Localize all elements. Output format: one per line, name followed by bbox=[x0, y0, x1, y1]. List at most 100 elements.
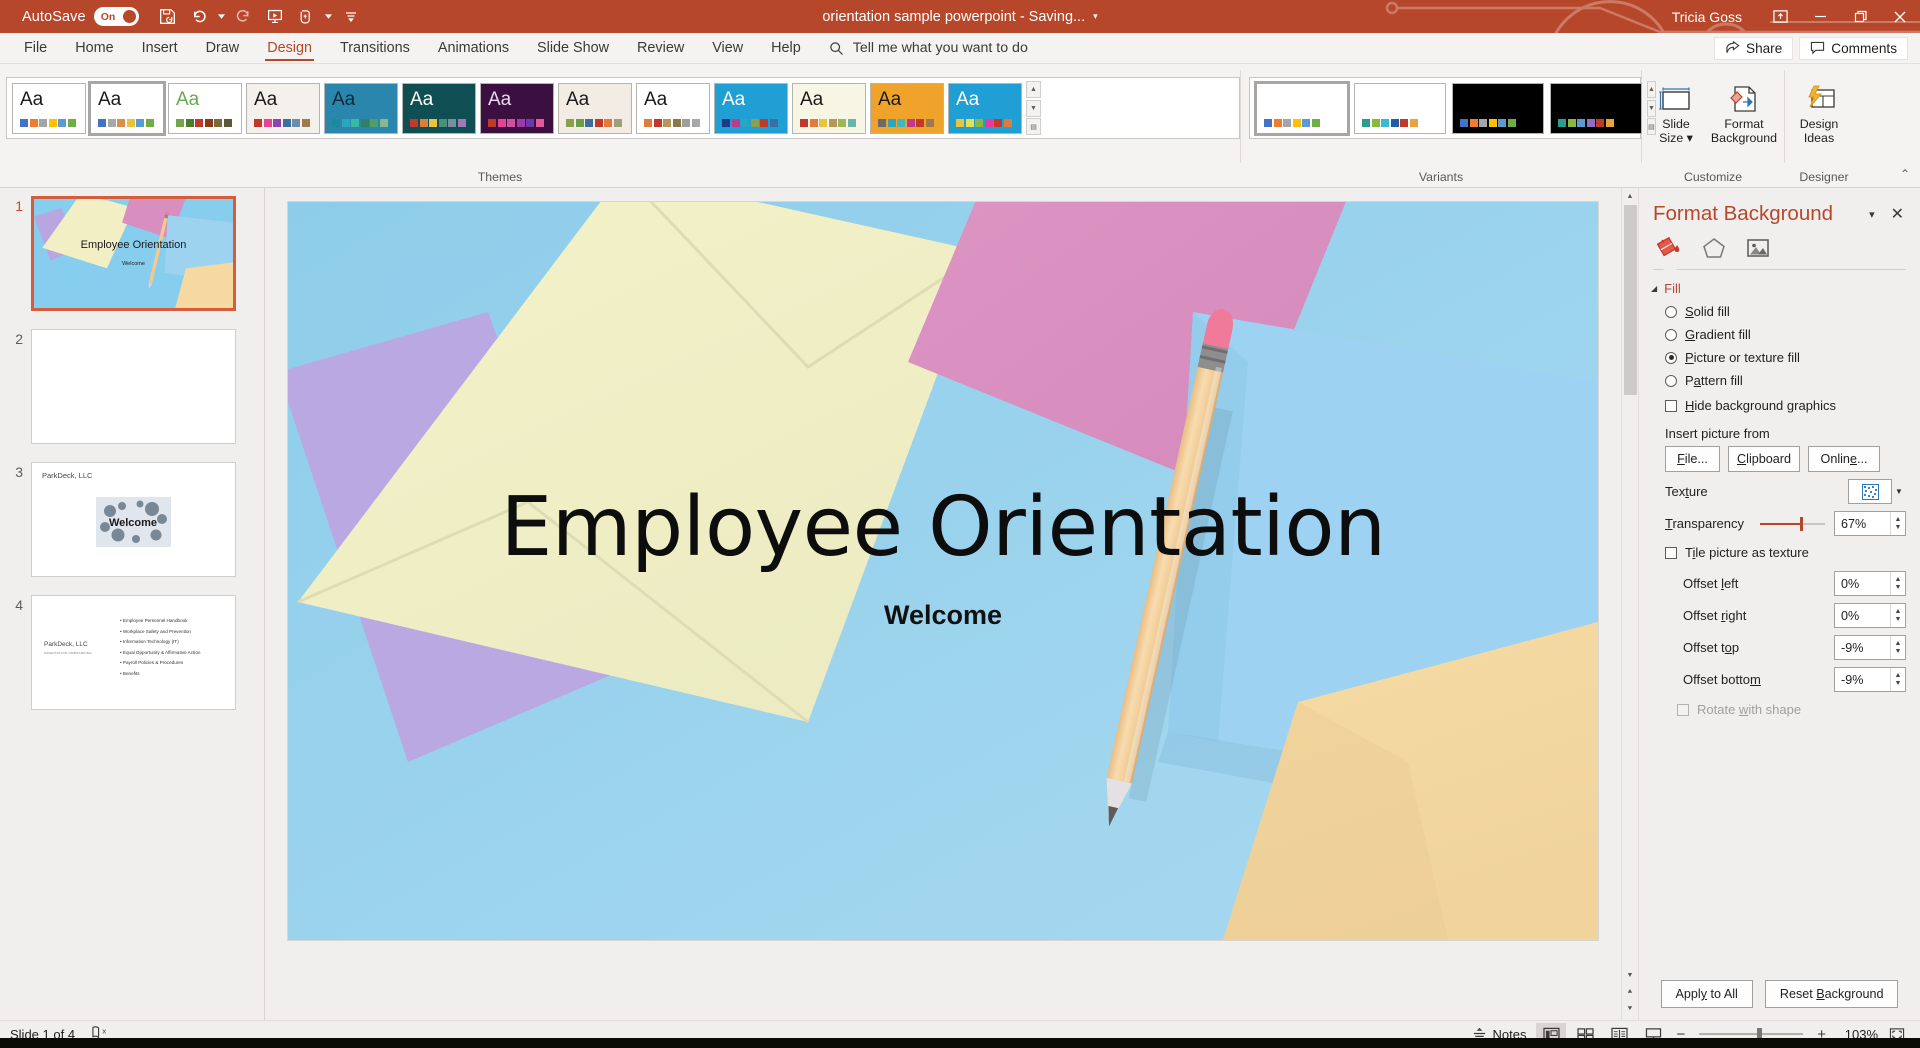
dividend-theme[interactable]: Aa bbox=[792, 83, 866, 134]
basis-theme[interactable]: Aa bbox=[636, 83, 710, 134]
slide-thumbnail-4[interactable]: 4 ParkDeck, LLC ORIENTATION ONBOARDING •… bbox=[0, 595, 264, 710]
slide-thumbnail-2[interactable]: 2 bbox=[0, 329, 264, 444]
themes-gallery[interactable]: AaAaAaAaAaAaAaAaAaAaAaAaAa▲▼▤ bbox=[6, 77, 1240, 139]
insert-from-clipboard-button[interactable]: Clipboard bbox=[1728, 446, 1800, 472]
tab-transitions[interactable]: Transitions bbox=[326, 33, 424, 63]
offset-top-spinner[interactable]: -9% ▲▼ bbox=[1834, 635, 1906, 660]
offset-bottom-spinner[interactable]: -9% ▲▼ bbox=[1834, 667, 1906, 692]
hide-background-graphics-checkbox[interactable] bbox=[1665, 400, 1677, 412]
tell-me-search[interactable]: Tell me what you want to do bbox=[829, 33, 1028, 63]
tab-file[interactable]: File bbox=[10, 33, 61, 63]
autosave-toggle[interactable]: On bbox=[94, 7, 139, 26]
slide-thumbnail-1[interactable]: 1 Employee Orientation Welcome bbox=[0, 196, 264, 311]
tab-view[interactable]: View bbox=[698, 33, 757, 63]
touch-mode-dropdown-icon[interactable] bbox=[322, 3, 335, 31]
gradient-fill-radio[interactable] bbox=[1665, 329, 1677, 341]
tab-design[interactable]: Design bbox=[253, 33, 326, 63]
tile-picture-option[interactable]: Tile picture as texture bbox=[1639, 536, 1920, 564]
previous-slide-icon[interactable]: ⯅ bbox=[1622, 984, 1639, 1000]
variant-4[interactable] bbox=[1550, 83, 1642, 134]
minimize-icon[interactable] bbox=[1800, 0, 1840, 33]
variant-3[interactable] bbox=[1452, 83, 1544, 134]
format-background-button[interactable]: Format Background bbox=[1710, 69, 1778, 145]
themes-more-icon[interactable]: ▤ bbox=[1026, 118, 1041, 135]
slide-thumbnail-pane[interactable]: 1 Employee Orientation Welcome 2 bbox=[0, 188, 265, 1020]
themes-scroll-down-icon[interactable]: ▼ bbox=[1026, 100, 1041, 117]
document-title-caret[interactable]: ▾ bbox=[1093, 11, 1098, 22]
spinner-arrows[interactable]: ▲▼ bbox=[1890, 604, 1905, 627]
format-background-pane[interactable]: Format Background ▾ ✕ bbox=[1638, 188, 1920, 1020]
picture-tab[interactable] bbox=[1741, 233, 1775, 263]
solid-fill-radio[interactable] bbox=[1665, 306, 1677, 318]
slider-handle[interactable] bbox=[1800, 517, 1803, 531]
comments-button[interactable]: Comments bbox=[1799, 37, 1908, 60]
damask-theme[interactable]: Aa bbox=[324, 83, 398, 134]
slide-thumbnail-canvas[interactable]: Employee Orientation Welcome bbox=[31, 196, 236, 311]
variant-1[interactable] bbox=[1256, 83, 1348, 134]
quick-access-toolbar[interactable] bbox=[153, 3, 366, 31]
next-slide-icon[interactable]: ⯆ bbox=[1622, 1001, 1639, 1017]
picture-or-texture-fill-option[interactable]: Picture or texture fill bbox=[1639, 346, 1920, 369]
slide-size-button[interactable]: Slide Size ▾ bbox=[1642, 69, 1710, 145]
facet-theme[interactable]: Aa bbox=[90, 83, 164, 134]
spinner-arrows[interactable]: ▲▼ bbox=[1890, 512, 1905, 535]
transparency-value[interactable]: 67% bbox=[1835, 512, 1890, 535]
slide-thumbnail-canvas[interactable]: ParkDeck, LLC ORIENTATION ONBOARDING • E… bbox=[31, 595, 236, 710]
offset-right-spinner[interactable]: 0% ▲▼ bbox=[1834, 603, 1906, 628]
autosave-control[interactable]: AutoSave On bbox=[22, 7, 139, 26]
themes-gallery-scroll[interactable]: ▲ ▼▤ bbox=[1026, 81, 1041, 135]
reset-background-button[interactable]: Reset Background bbox=[1765, 980, 1899, 1008]
tab-animations[interactable]: Animations bbox=[424, 33, 523, 63]
variants-gallery[interactable]: ▲▼▤ bbox=[1249, 77, 1641, 139]
tab-draw[interactable]: Draw bbox=[192, 33, 254, 63]
slide-thumbnail-canvas[interactable] bbox=[31, 329, 236, 444]
frame-theme[interactable]: Aa bbox=[870, 83, 944, 134]
fill-tab[interactable] bbox=[1653, 233, 1687, 263]
banded-theme[interactable]: Aa bbox=[558, 83, 632, 134]
slide-subtitle-text[interactable]: Welcome bbox=[288, 600, 1598, 631]
celestial-theme[interactable]: Aa bbox=[714, 83, 788, 134]
canvas-vertical-scrollbar[interactable]: ▲ ▼ ⯅ ⯆ bbox=[1621, 188, 1638, 1020]
dark-teal-theme[interactable]: Aa bbox=[402, 83, 476, 134]
texture-dropdown-caret-icon[interactable]: ▼ bbox=[1892, 479, 1906, 504]
ribbon-display-options-icon[interactable] bbox=[1760, 0, 1800, 33]
effects-tab[interactable] bbox=[1697, 233, 1731, 263]
ion-boardroom-theme[interactable]: Aa bbox=[948, 83, 1022, 134]
variant-2[interactable] bbox=[1354, 83, 1446, 134]
purple-gradient-theme[interactable]: Aa bbox=[480, 83, 554, 134]
gradient-fill-option[interactable]: Gradient fill bbox=[1639, 323, 1920, 346]
office-theme[interactable]: Aa bbox=[12, 83, 86, 134]
restore-icon[interactable] bbox=[1840, 0, 1880, 33]
save-icon[interactable] bbox=[153, 3, 183, 31]
transparency-spinner[interactable]: 67% ▲▼ bbox=[1834, 511, 1906, 536]
offset-top-value[interactable]: -9% bbox=[1835, 636, 1890, 659]
picture-or-texture-fill-radio[interactable] bbox=[1665, 352, 1677, 364]
slide-title-text[interactable]: Employee Orientation bbox=[288, 480, 1598, 575]
tab-home[interactable]: Home bbox=[61, 33, 127, 63]
pane-options-caret-icon[interactable]: ▾ bbox=[1859, 204, 1885, 225]
pattern-fill-option[interactable]: Pattern fill bbox=[1639, 369, 1920, 392]
slide-editing-canvas[interactable]: Employee Orientation Welcome bbox=[265, 188, 1621, 1020]
scroll-up-icon[interactable]: ▲ bbox=[1622, 188, 1639, 205]
offset-bottom-value[interactable]: -9% bbox=[1835, 668, 1890, 691]
tab-help[interactable]: Help bbox=[757, 33, 815, 63]
spinner-arrows[interactable]: ▲▼ bbox=[1890, 668, 1905, 691]
tab-review[interactable]: Review bbox=[623, 33, 698, 63]
insert-from-online-button[interactable]: Online... bbox=[1808, 446, 1880, 472]
themes-scroll-up-icon[interactable]: ▲ bbox=[1026, 81, 1041, 98]
texture-picker-button[interactable] bbox=[1848, 479, 1892, 504]
tile-picture-checkbox[interactable] bbox=[1665, 547, 1677, 559]
share-button[interactable]: Share bbox=[1714, 37, 1793, 60]
close-icon[interactable] bbox=[1880, 0, 1920, 33]
solid-fill-option[interactable]: Solid fill bbox=[1639, 300, 1920, 323]
slide-thumbnail-3[interactable]: 3 ParkDeck, LLC Welcome bbox=[0, 462, 264, 577]
offset-left-spinner[interactable]: 0% ▲▼ bbox=[1834, 571, 1906, 596]
design-ideas-button[interactable]: Design Ideas bbox=[1785, 69, 1853, 145]
redo-icon[interactable] bbox=[229, 3, 259, 31]
scrollbar-thumb[interactable] bbox=[1624, 205, 1637, 395]
account-name[interactable]: Tricia Goss bbox=[1672, 9, 1742, 25]
pane-close-icon[interactable]: ✕ bbox=[1885, 202, 1910, 226]
tab-slide-show[interactable]: Slide Show bbox=[523, 33, 623, 63]
start-from-beginning-icon[interactable] bbox=[260, 3, 290, 31]
touch-mouse-mode-icon[interactable] bbox=[291, 3, 321, 31]
